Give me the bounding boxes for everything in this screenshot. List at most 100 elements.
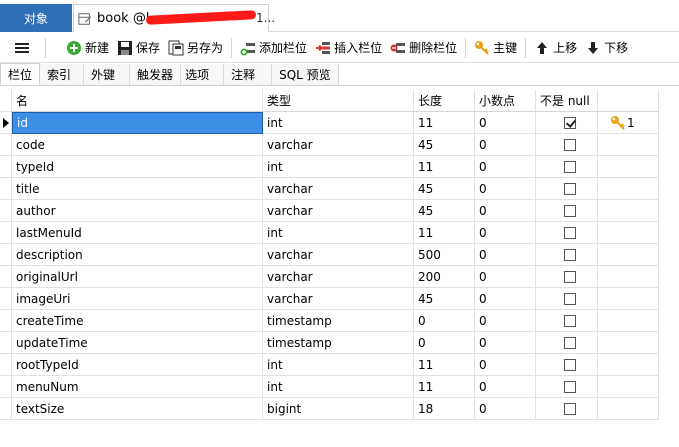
not-null-checkbox[interactable] <box>564 314 576 327</box>
field-decimals-cell[interactable]: 0 <box>475 134 536 156</box>
row-indicator[interactable] <box>0 266 12 288</box>
key-cell[interactable] <box>598 398 659 420</box>
field-length-cell[interactable]: 500 <box>414 244 475 266</box>
field-type-cell[interactable]: int <box>263 376 414 398</box>
column-header-name[interactable]: 名 <box>12 90 263 112</box>
field-type-cell[interactable]: bigint <box>263 398 414 420</box>
field-name-cell[interactable]: id <box>12 112 263 134</box>
tab-sql-preview[interactable]: SQL 预览 <box>272 64 339 85</box>
row-indicator[interactable] <box>0 112 12 134</box>
not-null-checkbox[interactable] <box>564 402 576 415</box>
row-indicator[interactable] <box>0 200 12 222</box>
key-cell[interactable] <box>598 200 659 222</box>
field-decimals-cell[interactable]: 0 <box>475 178 536 200</box>
field-length-cell[interactable]: 0 <box>414 332 475 354</box>
tab-foreign-keys[interactable]: 外键 <box>84 64 131 85</box>
field-type-cell[interactable]: varchar <box>263 288 414 310</box>
row-indicator[interactable] <box>0 354 12 376</box>
field-decimals-cell[interactable]: 0 <box>475 376 536 398</box>
field-type-cell[interactable]: timestamp <box>263 310 414 332</box>
column-header-decimals[interactable]: 小数点 <box>475 90 536 112</box>
key-cell[interactable] <box>598 332 659 354</box>
tab-objects[interactable]: 对象 <box>0 4 72 32</box>
row-indicator[interactable] <box>0 134 12 156</box>
field-decimals-cell[interactable]: 0 <box>475 156 536 178</box>
column-header-length[interactable]: 长度 <box>414 90 475 112</box>
field-length-cell[interactable]: 45 <box>414 134 475 156</box>
insert-field-button[interactable]: 插入栏位 <box>311 36 386 60</box>
field-length-cell[interactable]: 11 <box>414 156 475 178</box>
field-type-cell[interactable]: varchar <box>263 178 414 200</box>
field-length-cell[interactable]: 11 <box>414 354 475 376</box>
field-type-cell[interactable]: varchar <box>263 134 414 156</box>
field-name-cell[interactable]: typeId <box>12 156 263 178</box>
not-null-checkbox[interactable] <box>564 358 576 371</box>
field-name-cell[interactable]: menuNum <box>12 376 263 398</box>
not-null-checkbox[interactable] <box>564 204 576 217</box>
add-field-button[interactable]: 添加栏位 <box>236 36 311 60</box>
not-null-checkbox[interactable] <box>564 226 576 239</box>
key-cell[interactable] <box>598 244 659 266</box>
field-length-cell[interactable]: 11 <box>414 222 475 244</box>
field-decimals-cell[interactable]: 0 <box>475 200 536 222</box>
field-decimals-cell[interactable]: 0 <box>475 266 536 288</box>
row-indicator[interactable] <box>0 244 12 266</box>
row-indicator[interactable] <box>0 332 12 354</box>
delete-field-button[interactable]: 删除栏位 <box>386 36 461 60</box>
not-null-checkbox[interactable] <box>564 336 576 349</box>
key-cell[interactable] <box>598 376 659 398</box>
not-null-checkbox[interactable] <box>564 138 576 151</box>
field-name-cell[interactable]: lastMenuId <box>12 222 263 244</box>
column-header-not-null[interactable]: 不是 null <box>536 90 598 112</box>
menu-button[interactable] <box>0 36 41 60</box>
field-length-cell[interactable]: 45 <box>414 178 475 200</box>
field-type-cell[interactable]: timestamp <box>263 332 414 354</box>
field-name-cell[interactable]: originalUrl <box>12 266 263 288</box>
field-name-cell[interactable]: title <box>12 178 263 200</box>
row-indicator[interactable] <box>0 156 12 178</box>
field-length-cell[interactable]: 200 <box>414 266 475 288</box>
field-name-cell[interactable]: imageUri <box>12 288 263 310</box>
field-name-cell[interactable]: createTime <box>12 310 263 332</box>
not-null-checkbox[interactable] <box>564 380 576 393</box>
field-length-cell[interactable]: 0 <box>414 310 475 332</box>
field-decimals-cell[interactable]: 0 <box>475 244 536 266</box>
field-type-cell[interactable]: int <box>263 222 414 244</box>
field-type-cell[interactable]: int <box>263 112 414 134</box>
field-decimals-cell[interactable]: 0 <box>475 310 536 332</box>
row-indicator[interactable] <box>0 288 12 310</box>
tab-indexes[interactable]: 索引 <box>40 64 85 85</box>
key-cell[interactable] <box>598 310 659 332</box>
field-length-cell[interactable]: 11 <box>414 112 475 134</box>
key-cell[interactable] <box>598 178 659 200</box>
field-decimals-cell[interactable]: 0 <box>475 354 536 376</box>
field-type-cell[interactable]: varchar <box>263 244 414 266</box>
row-indicator[interactable] <box>0 398 12 420</box>
field-decimals-cell[interactable]: 0 <box>475 222 536 244</box>
key-cell[interactable] <box>598 134 659 156</box>
tab-options[interactable]: 选项 <box>181 64 225 85</box>
key-cell[interactable] <box>598 266 659 288</box>
save-button[interactable]: 保存 <box>113 36 164 60</box>
key-cell[interactable]: 1 <box>598 112 659 134</box>
key-cell[interactable] <box>598 156 659 178</box>
column-header-key[interactable] <box>598 90 659 112</box>
field-type-cell[interactable]: varchar <box>263 266 414 288</box>
key-cell[interactable] <box>598 288 659 310</box>
move-down-button[interactable]: 下移 <box>581 36 632 60</box>
move-up-button[interactable]: 上移 <box>530 36 581 60</box>
field-length-cell[interactable]: 11 <box>414 376 475 398</box>
row-indicator[interactable] <box>0 222 12 244</box>
tab-table-design[interactable]: book @l 1... <box>73 4 275 32</box>
column-header-type[interactable]: 类型 <box>263 90 414 112</box>
not-null-checkbox[interactable] <box>564 160 576 173</box>
field-name-cell[interactable]: author <box>12 200 263 222</box>
field-decimals-cell[interactable]: 0 <box>475 398 536 420</box>
not-null-checkbox[interactable] <box>564 270 576 283</box>
not-null-checkbox[interactable] <box>564 116 576 129</box>
field-length-cell[interactable]: 45 <box>414 288 475 310</box>
field-type-cell[interactable]: varchar <box>263 200 414 222</box>
field-name-cell[interactable]: rootTypeId <box>12 354 263 376</box>
row-indicator[interactable] <box>0 310 12 332</box>
tab-triggers[interactable]: 触发器 <box>130 64 182 85</box>
